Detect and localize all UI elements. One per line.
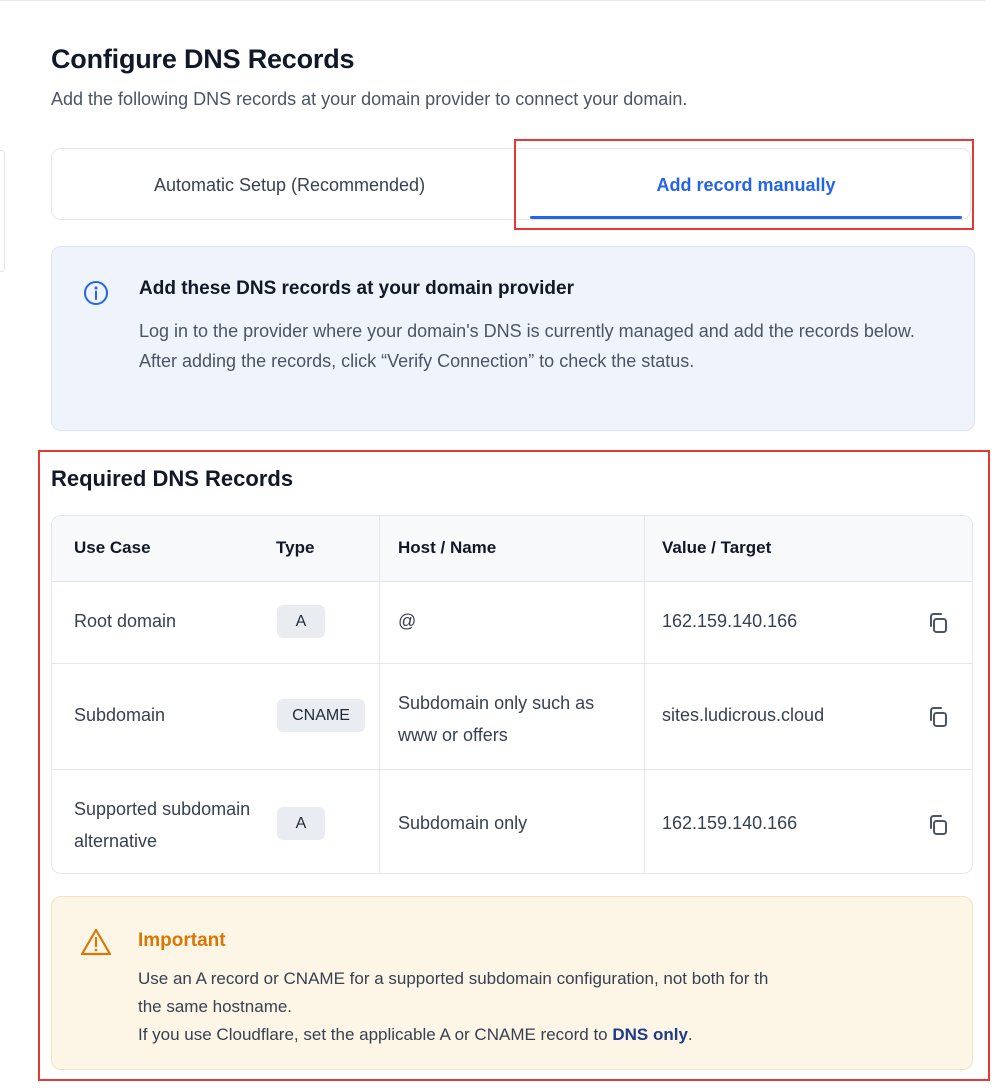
important-line-period: . [687, 1025, 693, 1044]
table-row: Subdomain CNAME Subdomain only such as w… [52, 663, 972, 770]
tab-automatic-setup[interactable]: Automatic Setup (Recommended) [52, 149, 527, 221]
page-subtitle: Add the following DNS records at your do… [51, 89, 688, 109]
active-tab-indicator [530, 216, 962, 219]
important-title: Important [138, 930, 226, 951]
copy-icon[interactable] [926, 705, 950, 729]
page-title: Configure DNS Records [51, 44, 355, 74]
info-title: Add these DNS records at your domain pro… [139, 278, 574, 299]
info-callout: Add these DNS records at your domain pro… [51, 246, 975, 431]
important-callout: Important Use an A record or CNAME for a… [51, 896, 973, 1070]
record-type-badge: A [277, 605, 325, 638]
important-line: the same hostname. [138, 997, 293, 1016]
dns-only-label: DNS only [612, 1025, 688, 1044]
value-cell[interactable]: 162.159.140.166 [662, 813, 797, 834]
copy-icon[interactable] [926, 813, 950, 837]
top-divider [0, 0, 985, 1]
important-line: If you use Cloudflare, set the applicabl… [138, 1021, 958, 1049]
records-section-title: Required DNS Records [51, 466, 294, 491]
host-cell: @ [398, 611, 417, 631]
value-cell[interactable]: 162.159.140.166 [662, 611, 797, 632]
host-cell: Subdomain only such as www or offers [398, 693, 595, 745]
use-case-cell: Subdomain [74, 705, 166, 725]
tab-add-record-manually[interactable]: Add record manually [530, 149, 962, 221]
record-type-badge: CNAME [277, 699, 365, 732]
column-header-use-case: Use Case [74, 538, 151, 557]
record-type-badge: A [277, 807, 325, 840]
table-row: Root domain A @ 162.159.140.166 [52, 581, 972, 664]
use-case-cell: Root domain [74, 611, 177, 631]
host-cell: Subdomain only [398, 813, 528, 833]
dns-records-table: Use Case Type Host / Name Value / Target… [51, 515, 973, 874]
left-panel-edge [0, 150, 5, 272]
warning-triangle-icon [80, 928, 112, 956]
important-line-text: If you use Cloudflare, set the applicabl… [138, 1025, 613, 1044]
column-header-value: Value / Target [662, 538, 772, 557]
table-row: Supported subdomain alternative A Subdom… [52, 769, 972, 873]
column-header-type: Type [276, 538, 315, 557]
copy-icon[interactable] [926, 611, 950, 635]
important-body: Use an A record or CNAME for a supported… [138, 965, 958, 1049]
info-circle-icon [84, 281, 108, 305]
important-line: Use an A record or CNAME for a supported… [138, 969, 769, 988]
column-header-host: Host / Name [398, 538, 497, 557]
table-header: Use Case Type Host / Name Value / Target [52, 516, 972, 582]
use-case-cell: Supported subdomain alternative [74, 799, 251, 851]
info-body: Log in to the provider where your domain… [139, 321, 915, 371]
setup-tabs: Automatic Setup (Recommended) Add record… [51, 148, 971, 220]
value-cell[interactable]: sites.ludicrous.cloud [662, 705, 824, 726]
